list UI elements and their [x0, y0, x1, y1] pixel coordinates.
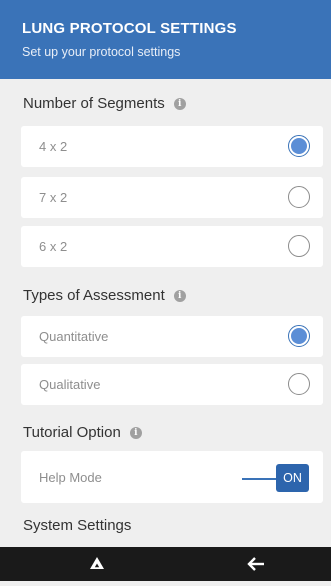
radio-unselected[interactable] — [288, 186, 310, 208]
segments-label-text: Number of Segments — [23, 95, 165, 112]
info-icon[interactable]: i — [129, 426, 142, 439]
option-label: 7 x 2 — [39, 190, 68, 205]
assessment-section-label: Types of Assessment i — [23, 287, 186, 304]
help-mode-toggle[interactable]: ON — [276, 464, 309, 492]
option-label: 6 x 2 — [39, 239, 68, 254]
help-mode-row: Help Mode ON — [21, 451, 323, 503]
home-button[interactable] — [67, 547, 127, 581]
segment-option-4x2[interactable]: 4 x 2 — [21, 126, 323, 167]
assessment-option-quantitative[interactable]: Quantitative — [21, 316, 323, 357]
radio-unselected[interactable] — [288, 373, 310, 395]
option-label: Qualitative — [39, 377, 101, 392]
segment-option-7x2[interactable]: 7 x 2 — [21, 177, 323, 218]
header: LUNG PROTOCOL SETTINGS Set up your proto… — [0, 0, 331, 79]
segments-section-label: Number of Segments i — [23, 95, 186, 112]
option-label: 4 x 2 — [39, 139, 68, 154]
option-label: Quantitative — [39, 329, 109, 344]
assessment-option-qualitative[interactable]: Qualitative — [21, 364, 323, 405]
radio-unselected[interactable] — [288, 235, 310, 257]
back-arrow-icon — [247, 557, 264, 571]
assessment-label-text: Types of Assessment — [23, 287, 165, 304]
page-subtitle: Set up your protocol settings — [22, 45, 181, 59]
help-mode-label: Help Mode — [39, 469, 102, 485]
system-section-label: System Settings — [23, 517, 131, 534]
home-triangle-icon — [90, 557, 104, 569]
bottom-nav-bar — [0, 547, 331, 581]
segment-option-6x2[interactable]: 6 x 2 — [21, 226, 323, 267]
page-title: LUNG PROTOCOL SETTINGS — [22, 20, 237, 37]
info-icon[interactable]: i — [173, 97, 186, 110]
radio-selected[interactable] — [288, 325, 310, 347]
info-icon[interactable]: i — [173, 289, 186, 302]
toggle-track[interactable] — [242, 478, 276, 480]
tutorial-label-text: Tutorial Option — [23, 424, 121, 441]
system-label-text[interactable]: System Settings — [23, 517, 131, 534]
back-button[interactable] — [226, 547, 286, 581]
radio-selected[interactable] — [288, 135, 310, 157]
tutorial-section-label: Tutorial Option i — [23, 424, 142, 441]
